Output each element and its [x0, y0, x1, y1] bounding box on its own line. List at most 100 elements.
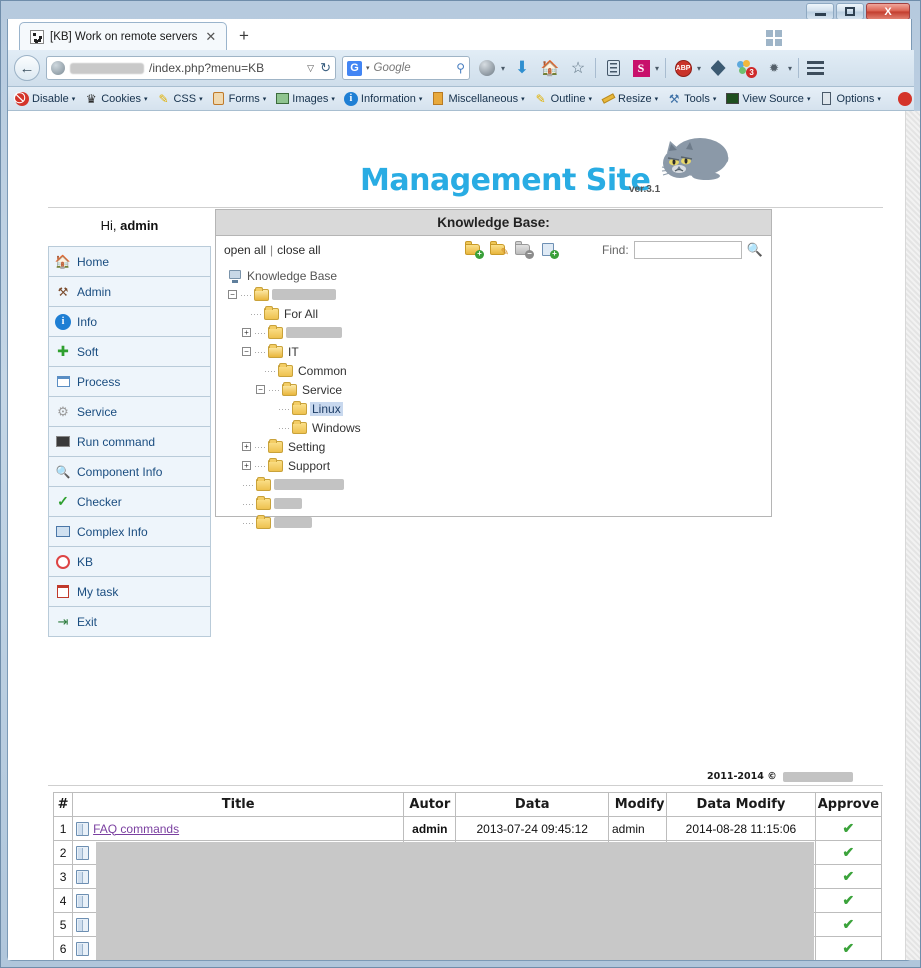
chevron-down-icon[interactable]: ▾ [144, 95, 148, 103]
add-document-icon[interactable]: + [540, 241, 559, 259]
devbar-overflow-icon[interactable] [898, 92, 912, 106]
tree-node-label[interactable]: Linux [310, 401, 343, 416]
spider-icon[interactable]: ✹ [763, 56, 785, 80]
tree-node-label[interactable]: Support [286, 459, 332, 473]
tree-node-it[interactable]: − IT [224, 342, 771, 361]
skype-s-icon[interactable]: S [630, 56, 652, 80]
tree-toggle-minus-icon[interactable]: − [228, 290, 237, 299]
column-header-modify[interactable]: Modify [607, 792, 668, 817]
chevron-down-icon[interactable]: ▾ [199, 95, 203, 103]
column-header-data-modify[interactable]: Data Modify [666, 792, 816, 817]
chevron-down-icon[interactable]: ▾ [521, 95, 525, 103]
hamburger-menu-button[interactable] [807, 56, 829, 80]
devbar-item-options[interactable]: Options ▾ [815, 91, 884, 107]
add-folder-icon[interactable]: + [465, 241, 484, 259]
column-header-data[interactable]: Data [455, 792, 609, 817]
search-icon[interactable]: 🔍 [747, 242, 763, 258]
cell-title[interactable] [72, 912, 405, 937]
sidebar-item-soft[interactable]: ✚ Soft [49, 337, 210, 367]
tab-close-icon[interactable]: ✕ [203, 30, 218, 43]
tree-node[interactable] [224, 494, 771, 513]
chevron-down-icon[interactable]: ▾ [877, 95, 881, 103]
tree-root[interactable]: Knowledge Base [224, 266, 771, 285]
tree-node-label[interactable]: Service [300, 383, 344, 397]
tree-node[interactable] [224, 475, 771, 494]
url-dropdown-icon[interactable]: ▽ [307, 63, 314, 74]
table-row[interactable]: 2 ✔ [52, 840, 883, 865]
search-bar[interactable]: G ▾ Google ⚲ [342, 56, 470, 80]
column-header-num[interactable]: # [52, 792, 74, 817]
tree-node[interactable]: For All [224, 304, 771, 323]
new-tab-button[interactable]: + [239, 27, 249, 44]
back-button[interactable]: ← [14, 55, 40, 81]
open-all-link[interactable]: open all [224, 243, 266, 257]
tree-node-common[interactable]: Common [224, 361, 771, 380]
tree-toggle-plus-icon[interactable]: + [242, 461, 251, 470]
page-scrollbar[interactable] [905, 111, 920, 960]
sidebar-item-admin[interactable]: ⚒ Admin [49, 277, 210, 307]
tree-node-label[interactable]: Windows [310, 421, 363, 435]
table-row[interactable]: 6 ✔ [52, 936, 883, 960]
chevron-down-icon[interactable]: ▾ [419, 95, 423, 103]
table-row[interactable]: 4 ✔ [52, 888, 883, 913]
find-input[interactable] [633, 241, 742, 259]
tree-node-linux[interactable]: Linux [224, 399, 771, 418]
clipboard-icon[interactable] [602, 56, 624, 80]
cell-title[interactable] [72, 888, 405, 913]
article-link[interactable]: FAQ commands [93, 822, 179, 836]
cell-title[interactable] [72, 936, 405, 960]
sidebar-item-my-task[interactable]: My task [49, 577, 210, 607]
spider-chevron-icon[interactable]: ▾ [788, 64, 792, 73]
chevron-down-icon[interactable]: ▾ [72, 95, 76, 103]
tree-node-label[interactable]: Setting [286, 440, 327, 454]
ink-drop-icon[interactable] [707, 56, 729, 80]
sidebar-item-component-info[interactable]: 🔍 Component Info [49, 457, 210, 487]
cell-title[interactable] [72, 864, 405, 889]
globe-chevron-icon[interactable]: ▾ [501, 64, 505, 73]
devbar-item-resize[interactable]: Resize ▾ [597, 91, 662, 107]
skype-chevron-icon[interactable]: ▾ [655, 64, 659, 73]
search-go-icon[interactable]: ⚲ [456, 61, 465, 75]
edit-folder-icon[interactable]: ✎ [490, 241, 509, 258]
table-row[interactable]: 1 FAQ commands admin 2013-07-24 09:45:12… [52, 816, 883, 841]
devbar-item-forms[interactable]: Forms ▾ [208, 91, 271, 107]
devbar-item-disable[interactable]: ⃠ Disable ▾ [11, 91, 79, 107]
tree-node-support[interactable]: + Support [224, 456, 771, 475]
devbar-item-information[interactable]: i Information ▾ [340, 91, 427, 107]
globe-icon[interactable] [476, 56, 498, 80]
home-icon[interactable]: 🏠 [539, 56, 561, 80]
devbar-item-outline[interactable]: ✎ Outline ▾ [530, 91, 596, 107]
tree-toggle-plus-icon[interactable]: + [242, 328, 251, 337]
chevron-down-icon[interactable]: ▾ [807, 95, 811, 103]
bookmark-star-icon[interactable]: ☆ [567, 56, 589, 80]
cell-title[interactable] [72, 840, 405, 865]
chevron-down-icon[interactable]: ▾ [263, 95, 267, 103]
devbar-item-miscellaneous[interactable]: Miscellaneous ▾ [427, 91, 528, 107]
tree-toggle-minus-icon[interactable]: − [256, 385, 265, 394]
sidebar-item-checker[interactable]: ✓ Checker [49, 487, 210, 517]
adblock-chevron-icon[interactable]: ▾ [697, 64, 701, 73]
chevron-down-icon[interactable]: ▾ [655, 95, 659, 103]
download-icon[interactable]: ⬇ [511, 56, 533, 80]
devbar-item-tools[interactable]: ⚒ Tools ▾ [663, 91, 720, 107]
sidebar-item-exit[interactable]: ⇥ Exit [49, 607, 210, 637]
sidebar-item-complex-info[interactable]: Complex Info [49, 517, 210, 547]
devbar-item-view-source[interactable]: View Source ▾ [721, 91, 814, 107]
tree-node[interactable] [224, 513, 771, 532]
chevron-down-icon[interactable]: ▾ [331, 95, 335, 103]
tree-toggle-minus-icon[interactable]: − [242, 347, 251, 356]
devbar-item-css[interactable]: ✎ CSS ▾ [152, 91, 206, 107]
column-header-approve[interactable]: Approve [814, 792, 883, 817]
sidebar-item-info[interactable]: i Info [49, 307, 210, 337]
cell-title[interactable]: FAQ commands [72, 816, 405, 841]
tree-node-windows[interactable]: Windows [224, 418, 771, 437]
column-header-autor[interactable]: Autor [403, 792, 457, 817]
table-row[interactable]: 3 ✔ [52, 864, 883, 889]
tree-node-label[interactable]: For All [282, 307, 320, 321]
sidebar-item-process[interactable]: Process [49, 367, 210, 397]
sidebar-item-service[interactable]: ⚙ Service [49, 397, 210, 427]
close-all-link[interactable]: close all [277, 243, 320, 257]
tree-node[interactable]: − [224, 285, 771, 304]
close-button[interactable]: X [866, 3, 910, 20]
tree-toggle-plus-icon[interactable]: + [242, 442, 251, 451]
